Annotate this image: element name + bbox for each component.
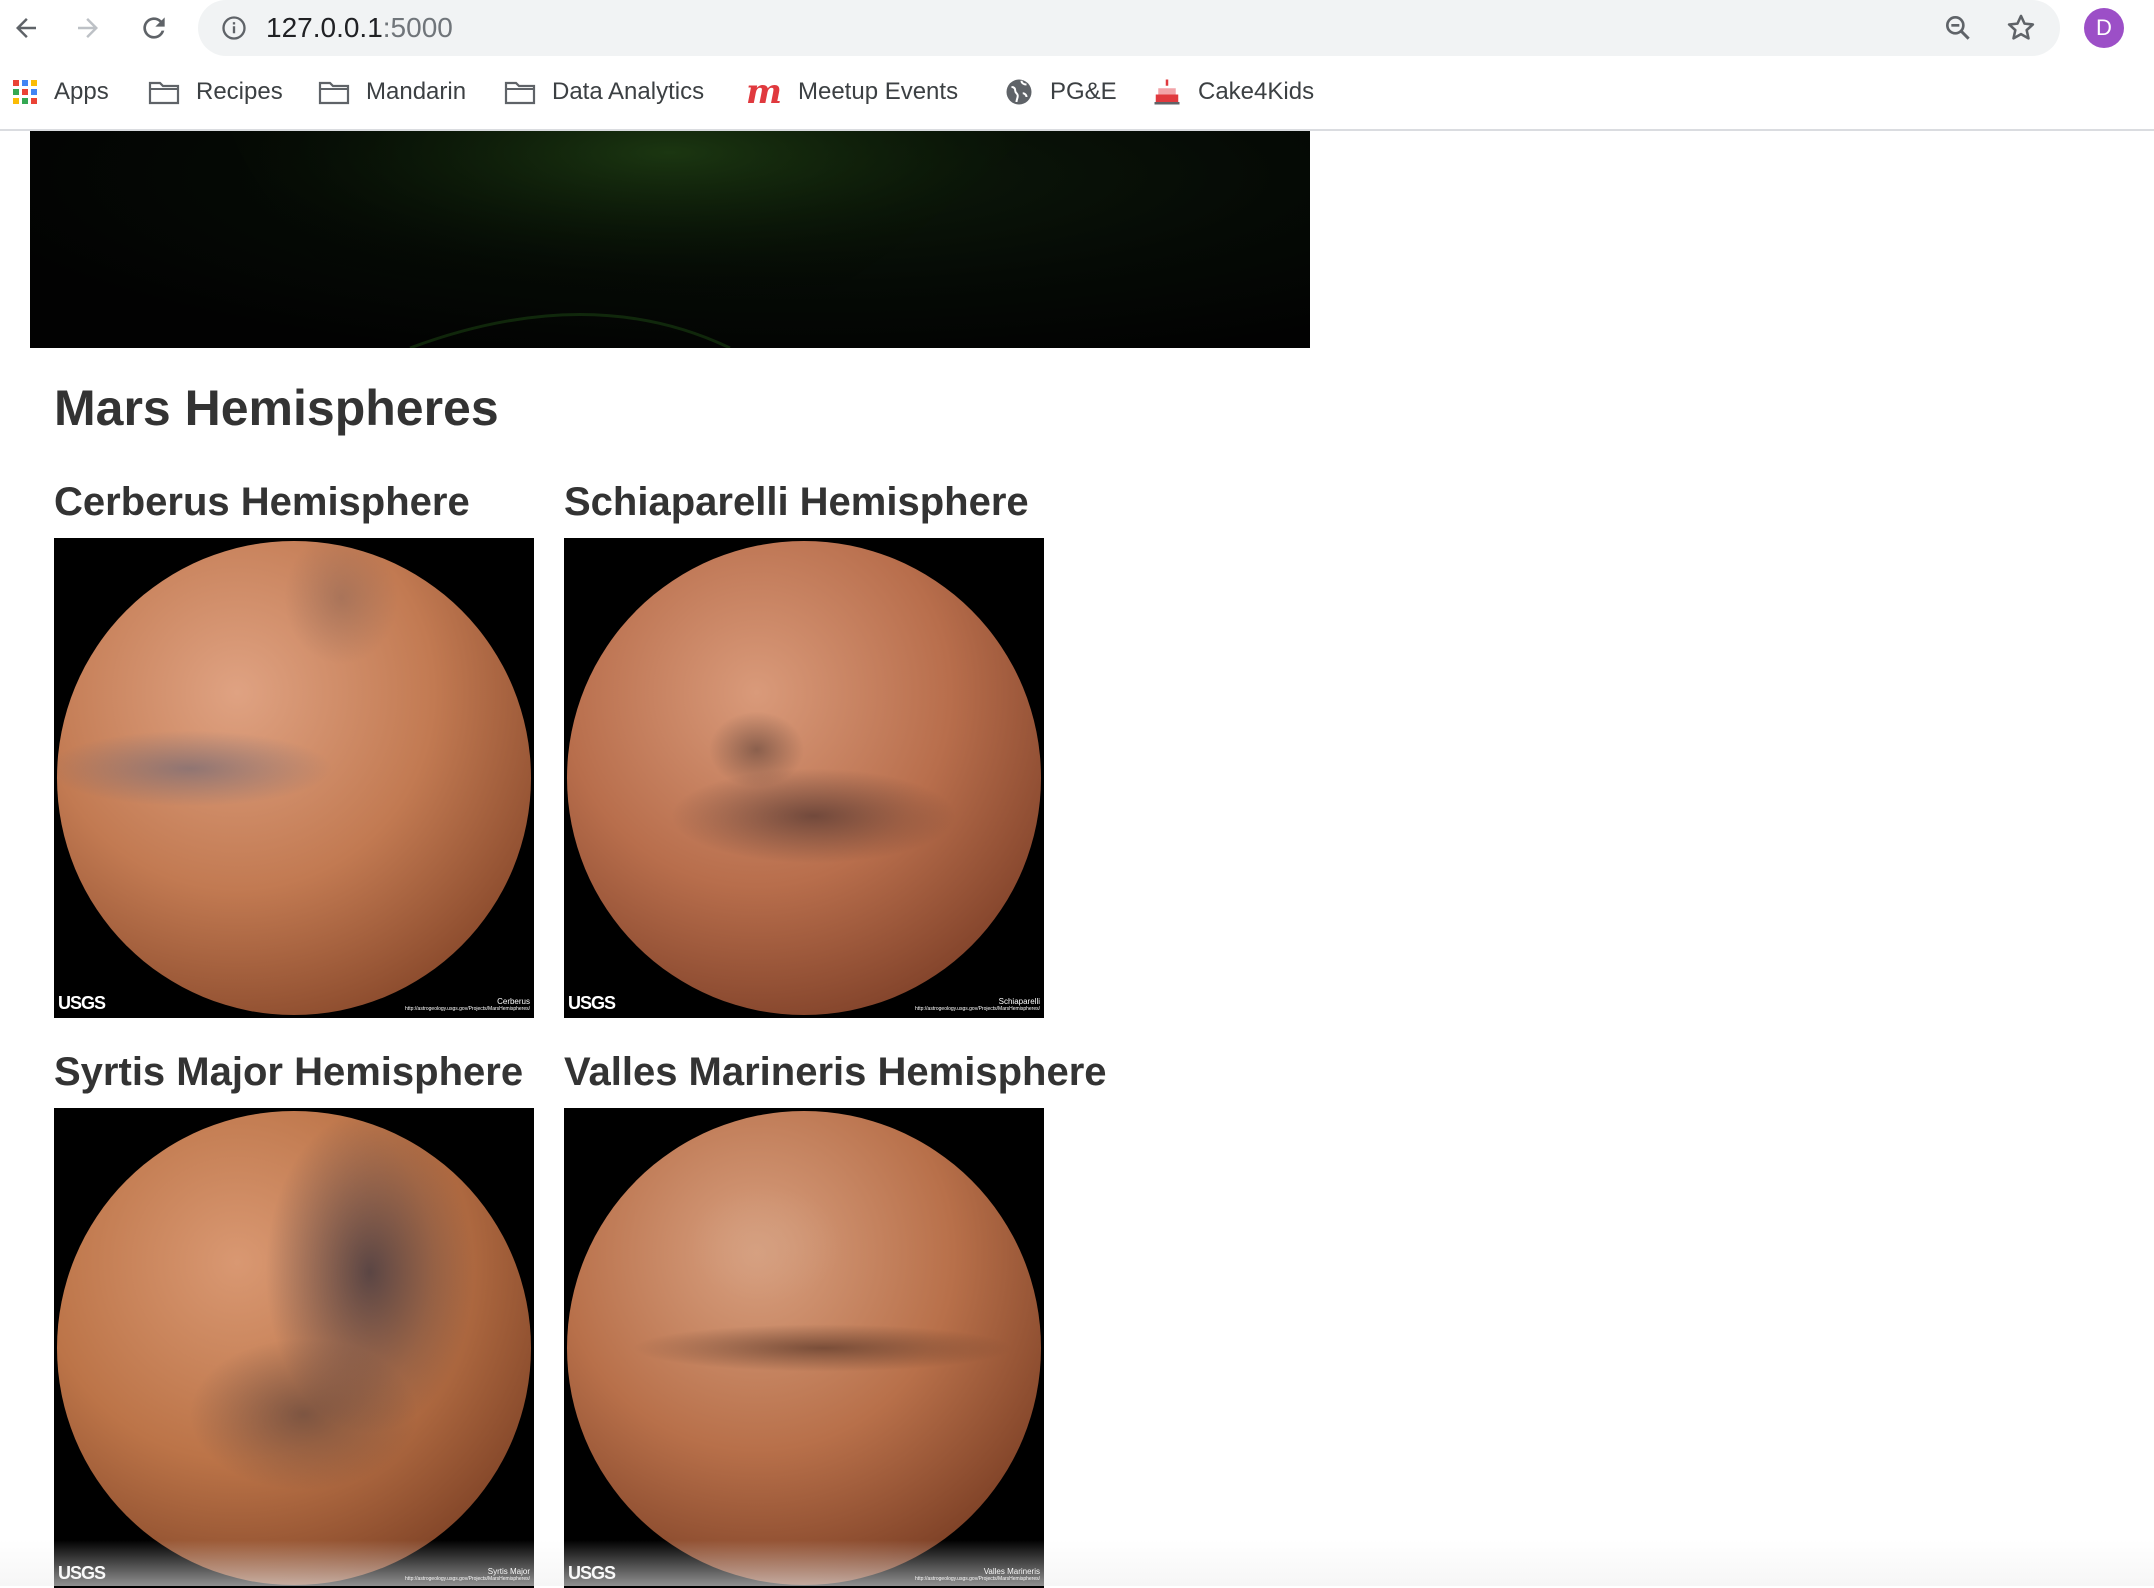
folder-icon (148, 79, 180, 105)
bookmark-label: Meetup Events (797, 78, 959, 105)
bookmark-label: Cake4Kids (1198, 78, 1315, 105)
url-port: :5000 (382, 12, 453, 43)
bookmark-folder-data-analytics[interactable]: Data Analytics (504, 76, 704, 108)
hemisphere-title: Cerberus Hemisphere (54, 480, 470, 524)
bookmarks-bar: Apps Recipes Mandarin Data Analytics m M… (0, 56, 2154, 131)
profile-avatar[interactable]: D (2084, 8, 2124, 48)
image-caption: Syrtis Major http://astrogeology.usgs.gov… (405, 1567, 530, 1582)
featured-image (30, 131, 1310, 348)
globe-icon (1004, 77, 1034, 107)
image-caption: Schiaparelli http://astrogeology.usgs.gov… (915, 997, 1040, 1012)
bookmark-pge[interactable]: PG&E (1004, 76, 1117, 108)
hemisphere-image-syrtis-major[interactable]: USGS Syrtis Major http://astrogeology.usg… (54, 1108, 534, 1588)
bookmark-folder-recipes[interactable]: Recipes (148, 76, 283, 108)
bookmark-label: Recipes (196, 78, 283, 105)
credit-url: http://astrogeology.usgs.gov/Projects/Ma… (405, 1006, 530, 1012)
url-host: 127.0.0.1 (266, 12, 383, 43)
hemisphere-title: Schiaparelli Hemisphere (564, 480, 1029, 524)
usgs-logo: USGS (568, 1563, 616, 1583)
cake-icon (1152, 77, 1182, 107)
hemisphere-title: Valles Marineris Hemisphere (564, 1050, 1107, 1094)
usgs-logo: USGS (568, 993, 616, 1013)
folder-icon (504, 79, 536, 105)
bookmark-label: Mandarin (366, 78, 467, 105)
caption-name: Schiaparelli (998, 997, 1040, 1006)
bookmark-folder-mandarin[interactable]: Mandarin (318, 76, 466, 108)
apps-grid-icon (12, 79, 38, 105)
back-button[interactable] (6, 8, 46, 48)
caption-name: Valles Marineris (983, 1567, 1040, 1576)
mars-planet (567, 1111, 1041, 1585)
credit-url: http://astrogeology.usgs.gov/Projects/Ma… (915, 1006, 1040, 1012)
hemisphere-image-cerberus[interactable]: USGS Cerberus http://astrogeology.usgs.go… (54, 538, 534, 1018)
mars-planet (57, 1111, 531, 1585)
caption-name: Syrtis Major (487, 1567, 530, 1576)
reload-icon (143, 17, 165, 39)
browser-toolbar: 127.0.0.1:5000 D (0, 0, 2154, 56)
address-bar[interactable]: 127.0.0.1:5000 (198, 0, 2060, 56)
image-caption: Cerberus http://astrogeology.usgs.gov/Pro… (405, 997, 530, 1012)
credit-url: http://astrogeology.usgs.gov/Projects/Ma… (405, 1576, 530, 1582)
bookmark-meetup-events[interactable]: m Meetup Events (746, 72, 959, 112)
caption-name: Cerberus (497, 997, 530, 1006)
image-caption: Valles Marineris http://astrogeology.usgs… (915, 1567, 1040, 1582)
section-title: Mars Hemispheres (54, 380, 499, 436)
bookmark-cake4kids[interactable]: Cake4Kids (1152, 76, 1314, 108)
forward-arrow-icon (78, 18, 98, 38)
site-info-icon[interactable] (220, 14, 248, 42)
bookmark-label: Apps (54, 78, 109, 105)
mars-planet (57, 541, 531, 1015)
hemisphere-image-schiaparelli[interactable]: USGS Schiaparelli http://astrogeology.usg… (564, 538, 1044, 1018)
hemisphere-title: Syrtis Major Hemisphere (54, 1050, 524, 1094)
mars-planet (567, 541, 1041, 1015)
zoom-out-icon[interactable] (1942, 12, 1974, 44)
bookmark-star-icon[interactable] (2004, 11, 2038, 45)
meetup-icon: m (746, 72, 782, 112)
bookmark-label: PG&E (1050, 78, 1117, 105)
credit-url: http://astrogeology.usgs.gov/Projects/Ma… (915, 1576, 1040, 1582)
folder-icon (318, 79, 350, 105)
forward-button[interactable] (68, 8, 108, 48)
usgs-logo: USGS (58, 1563, 106, 1583)
featured-image-texture (230, 131, 1030, 348)
url-text[interactable]: 127.0.0.1:5000 (266, 12, 453, 44)
reload-button[interactable] (134, 8, 174, 48)
usgs-logo: USGS (58, 993, 106, 1013)
bookmark-apps[interactable]: Apps (12, 76, 109, 108)
hemisphere-image-valles-marineris[interactable]: USGS Valles Marineris http://astrogeology… (564, 1108, 1044, 1588)
back-arrow-icon (16, 18, 36, 38)
bookmark-label: Data Analytics (552, 78, 705, 105)
